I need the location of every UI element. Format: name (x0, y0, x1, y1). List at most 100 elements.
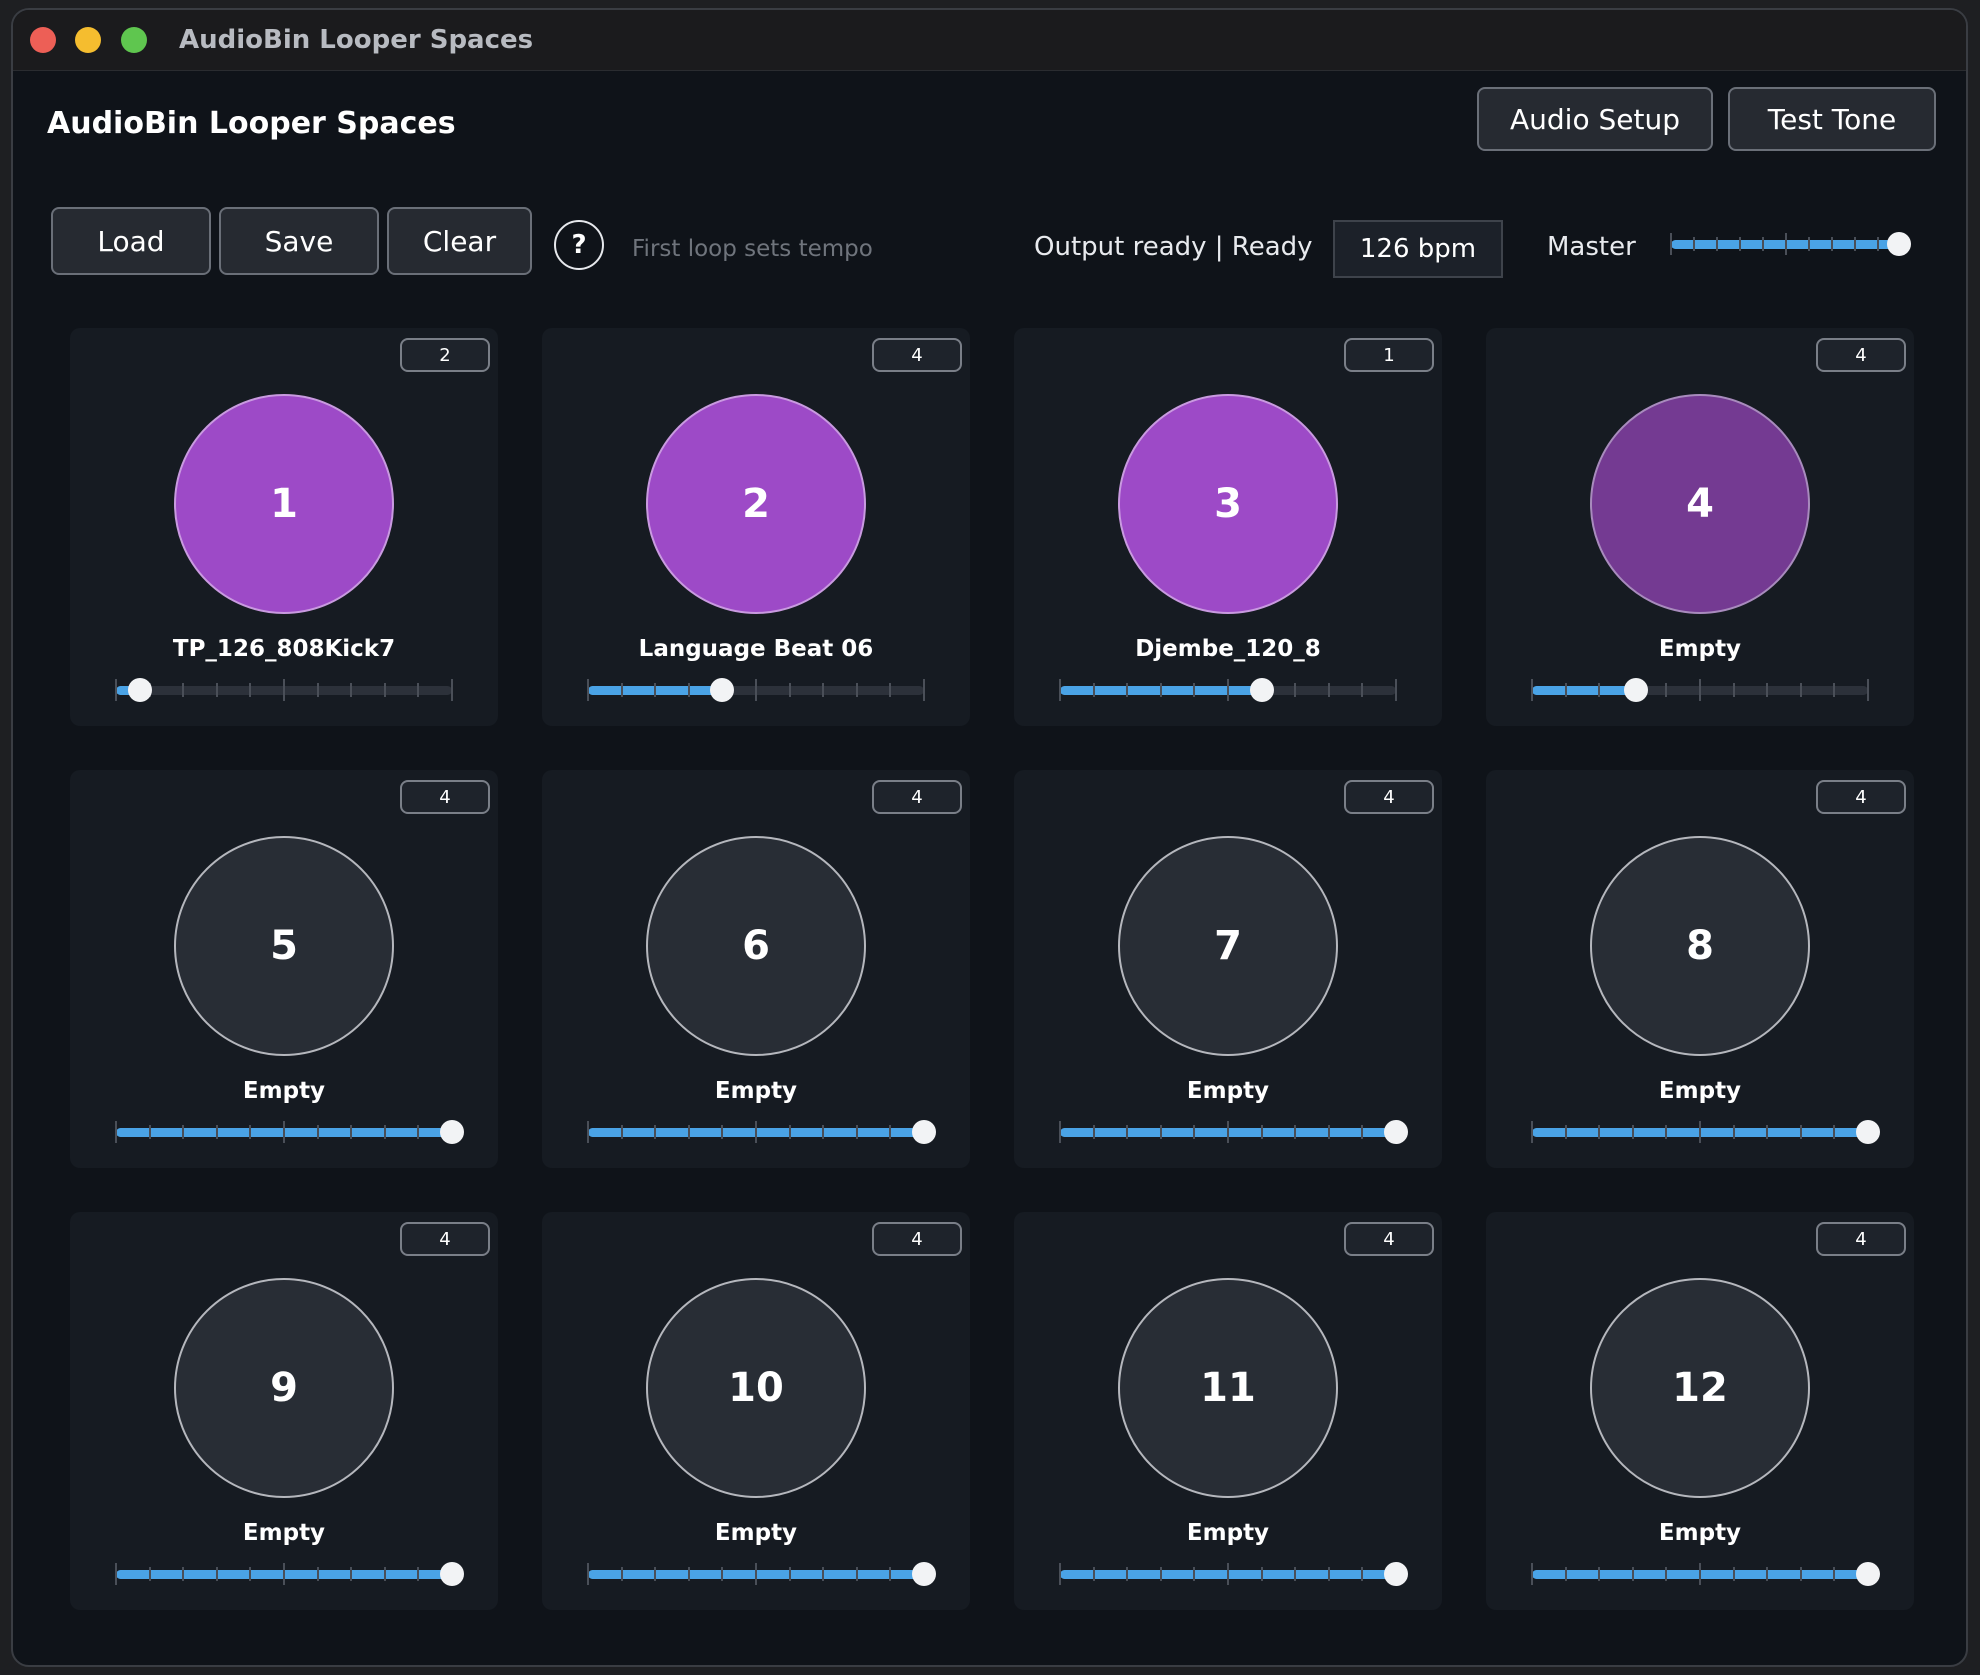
bar-count-badge[interactable]: 4 (1816, 1222, 1906, 1256)
app-window: AudioBin Looper Spaces AudioBin Looper S… (11, 8, 1968, 1667)
bar-count-badge[interactable]: 1 (1344, 338, 1434, 372)
pad-button-4[interactable]: 4 (1590, 394, 1810, 614)
slider-tick (283, 1563, 285, 1585)
pad-volume-slider[interactable] (1059, 675, 1397, 705)
pad-button-2[interactable]: 2 (646, 394, 866, 614)
slider-tick (215, 1125, 218, 1139)
close-window-button[interactable] (30, 27, 56, 53)
clear-button[interactable]: Clear (387, 207, 532, 275)
slider-thumb[interactable] (1856, 1120, 1880, 1144)
pad-volume-slider[interactable] (115, 675, 453, 705)
slider-tick (1564, 1567, 1567, 1581)
pad-volume-slider[interactable] (115, 1559, 464, 1589)
slider-tick (1227, 679, 1229, 701)
save-button[interactable]: Save (219, 207, 379, 275)
slider-thumb[interactable] (440, 1562, 464, 1586)
slider-tick (1799, 1567, 1802, 1581)
maximize-window-button[interactable] (121, 27, 147, 53)
slider-tick (1854, 237, 1856, 251)
pad-button-8[interactable]: 8 (1590, 836, 1810, 1056)
slider-tick (1739, 237, 1741, 251)
pad-sample-name: Empty (242, 1078, 326, 1104)
bar-count-badge[interactable]: 4 (1816, 338, 1906, 372)
slider-tick (316, 683, 319, 697)
master-volume-slider[interactable] (1670, 229, 1911, 259)
pad-button-3[interactable]: 3 (1118, 394, 1338, 614)
slider-tick (1564, 1125, 1567, 1139)
slider-thumb[interactable] (912, 1562, 936, 1586)
pad-volume-slider[interactable] (587, 675, 925, 705)
bar-count-badge[interactable]: 4 (400, 780, 490, 814)
bar-count-badge[interactable]: 4 (1344, 780, 1434, 814)
slider-tick (755, 1121, 757, 1143)
bar-count-badge[interactable]: 2 (400, 338, 490, 372)
slider-tick (889, 1567, 892, 1581)
pad-volume-slider[interactable] (1531, 1559, 1880, 1589)
pad-volume-slider[interactable] (1531, 1117, 1880, 1147)
audio-setup-button[interactable]: Audio Setup (1477, 87, 1713, 151)
slider-tick (350, 1125, 353, 1139)
pad-button-5[interactable]: 5 (174, 836, 394, 1056)
pad-button-7[interactable]: 7 (1118, 836, 1338, 1056)
slider-tick (1564, 683, 1567, 697)
bar-count-badge[interactable]: 4 (872, 338, 962, 372)
pad-button-11[interactable]: 11 (1118, 1278, 1338, 1498)
pad-volume-slider[interactable] (1059, 1117, 1408, 1147)
pad-button-1[interactable]: 1 (174, 394, 394, 614)
pad-volume-slider[interactable] (587, 1117, 936, 1147)
pad-volume-slider[interactable] (1531, 675, 1869, 705)
slider-thumb[interactable] (127, 678, 152, 702)
slider-tick (1531, 1121, 1533, 1143)
help-icon[interactable]: ? (554, 220, 604, 270)
pad-button-10[interactable]: 10 (646, 1278, 866, 1498)
slider-thumb[interactable] (710, 678, 735, 702)
pad-sample-name: Empty (714, 1520, 798, 1546)
slider-thumb[interactable] (912, 1120, 936, 1144)
pad-volume-slider[interactable] (587, 1559, 936, 1589)
slider-tick (1833, 1567, 1836, 1581)
slider-tick (115, 679, 117, 701)
slider-tick (889, 683, 892, 697)
bar-count-badge[interactable]: 4 (1816, 780, 1906, 814)
loop-pad-7: 4 7 Empty (1014, 770, 1442, 1168)
slider-thumb[interactable] (1384, 1120, 1408, 1144)
slider-tick (788, 1125, 791, 1139)
pad-volume-slider[interactable] (115, 1117, 464, 1147)
slider-thumb[interactable] (1856, 1562, 1880, 1586)
slider-thumb[interactable] (1624, 678, 1649, 702)
pad-volume-slider[interactable] (1059, 1559, 1408, 1589)
slider-thumb[interactable] (1249, 678, 1274, 702)
slider-tick (1631, 1125, 1634, 1139)
slider-tick (1159, 683, 1162, 697)
pad-button-9[interactable]: 9 (174, 1278, 394, 1498)
slider-tick (1361, 1125, 1364, 1139)
loop-pad-10: 4 10 Empty (542, 1212, 970, 1610)
slider-tick (822, 683, 825, 697)
bar-count-badge[interactable]: 4 (872, 1222, 962, 1256)
slider-tick (1762, 237, 1764, 251)
pad-button-12[interactable]: 12 (1590, 1278, 1810, 1498)
slider-tick (383, 1125, 386, 1139)
loop-pad-2: 4 2 Language Beat 06 (542, 328, 970, 726)
slider-tick (115, 1563, 117, 1585)
minimize-window-button[interactable] (75, 27, 101, 53)
slider-tick (1665, 1567, 1668, 1581)
slider-tick (1227, 1563, 1229, 1585)
pad-button-6[interactable]: 6 (646, 836, 866, 1056)
slider-thumb[interactable] (1384, 1562, 1408, 1586)
slider-tick (1531, 679, 1533, 701)
test-tone-button[interactable]: Test Tone (1728, 87, 1936, 151)
bar-count-badge[interactable]: 4 (1344, 1222, 1434, 1256)
slider-tick (1631, 1567, 1634, 1581)
bar-count-badge[interactable]: 4 (872, 780, 962, 814)
bar-count-badge[interactable]: 4 (400, 1222, 490, 1256)
slider-tick (148, 1567, 151, 1581)
slider-thumb[interactable] (440, 1120, 464, 1144)
slider-tick (115, 1121, 117, 1143)
pad-sample-name: Empty (1186, 1078, 1270, 1104)
slider-tick (620, 683, 623, 697)
slider-tick (249, 683, 252, 697)
pad-sample-name: Empty (1658, 636, 1742, 662)
load-button[interactable]: Load (51, 207, 211, 275)
slider-thumb[interactable] (1886, 232, 1911, 256)
